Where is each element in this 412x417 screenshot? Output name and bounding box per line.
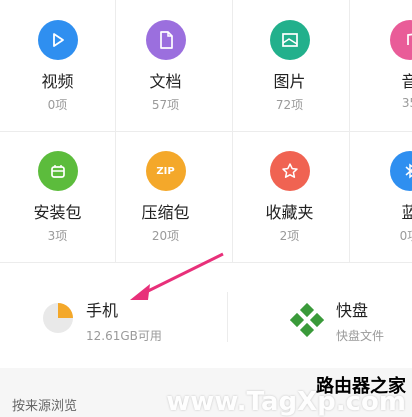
kuaipan-name: 快盘 [336,301,369,320]
category-label: 安装包 [33,203,82,222]
category-count: 0项 [47,98,68,112]
watermark-url: www.TagXp.com [166,387,406,417]
category-label: 视频 [41,72,74,91]
document-icon [145,20,186,60]
category-label: 压缩包 [141,203,190,222]
category-count: 57项 [151,98,180,112]
kuaipan-icon [289,302,325,341]
category-music[interactable]: 音 35 [352,0,412,131]
category-count: 72项 [275,98,304,112]
category-label: 收藏夹 [265,203,314,222]
category-count: 2项 [279,229,300,243]
image-icon [269,20,310,60]
category-label: 音 [401,72,412,91]
category-count: 0项 [399,229,412,243]
storage-used-slice [58,303,73,318]
phone-free-space: 12.61GB可用 [86,329,162,343]
kuaipan-text: 快盘 快盘文件 [336,297,384,344]
category-favorites[interactable]: 收藏夹 2项 [232,131,347,262]
kuaipan-subtitle: 快盘文件 [336,329,385,343]
category-label: 图片 [273,72,306,91]
bluetooth-icon [389,151,412,191]
category-count: 35 [401,96,412,110]
category-video[interactable]: 视频 0项 [0,0,115,131]
category-label: 文档 [149,72,182,91]
star-icon [269,151,310,191]
play-icon [37,20,78,60]
category-archives[interactable]: ZIP 压缩包 20项 [108,131,223,262]
zip-icon: ZIP [145,151,186,191]
category-label: 蓝 [401,203,412,222]
category-count: 20项 [151,229,180,243]
divider [0,131,412,132]
category-count: 3项 [47,229,68,243]
category-images[interactable]: 图片 72项 [232,0,347,131]
annotation-arrow [130,252,224,300]
category-bluetooth[interactable]: 蓝 0项 [352,131,412,262]
package-icon [37,151,78,191]
category-apk[interactable]: 安装包 3项 [0,131,115,262]
source-label: 按来源浏览 [12,399,78,414]
category-documents[interactable]: 文档 57项 [108,0,223,131]
category-grid: 视频 0项 文档 57项 图片 72项 音 35 安装包 3项 ZIP 压缩包 … [0,0,412,263]
music-icon [389,20,412,60]
storage-pie-icon [42,302,74,338]
